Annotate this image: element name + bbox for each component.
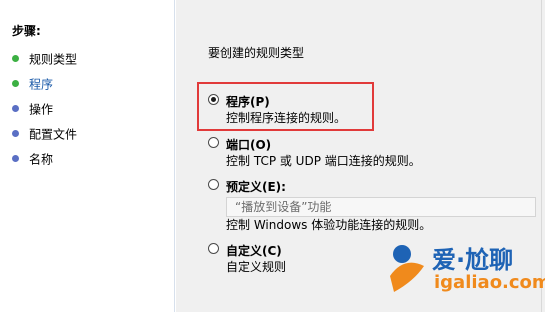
steps-title: 步骤: [12,24,41,38]
step-program[interactable]: 程序 [12,74,53,94]
option-desc: 控制 TCP 或 UDP 端口连接的规则。 [226,154,421,168]
option-desc: 控制 Windows 体验功能连接的规则。 [226,218,432,232]
radio-port[interactable] [208,137,219,148]
step-dot-icon [12,155,19,162]
radio-program[interactable] [208,94,219,105]
radio-custom[interactable] [208,243,219,254]
option-desc: 自定义规则 [226,260,287,274]
option-title: 预定义(E): [226,180,286,194]
predefined-select[interactable]: “播放到设备”功能 [226,197,536,217]
option-desc: 控制程序连接的规则。 [226,111,347,125]
watermark-url: igaliao.com [434,272,545,293]
step-label: 名称 [29,152,54,167]
step-profile[interactable]: 配置文件 [12,124,77,144]
step-dot-icon [12,105,19,112]
step-dot-icon [12,130,19,137]
option-title: 程序(P) [226,95,270,109]
page-heading: 要创建的规则类型 [208,46,305,60]
step-dot-icon [12,80,19,87]
step-label: 规则类型 [29,52,78,67]
step-action[interactable]: 操作 [12,99,53,119]
watermark-text: 爱·尬聊 [432,246,514,274]
step-name[interactable]: 名称 [12,149,53,169]
step-label: 配置文件 [29,127,78,142]
radio-predefined[interactable] [208,179,219,190]
option-title: 端口(O) [226,138,272,152]
step-rule-type[interactable]: 规则类型 [12,49,77,69]
step-label: 程序 [29,77,54,92]
option-title: 自定义(C) [226,244,282,258]
step-dot-icon [12,55,19,62]
step-label: 操作 [29,102,54,117]
